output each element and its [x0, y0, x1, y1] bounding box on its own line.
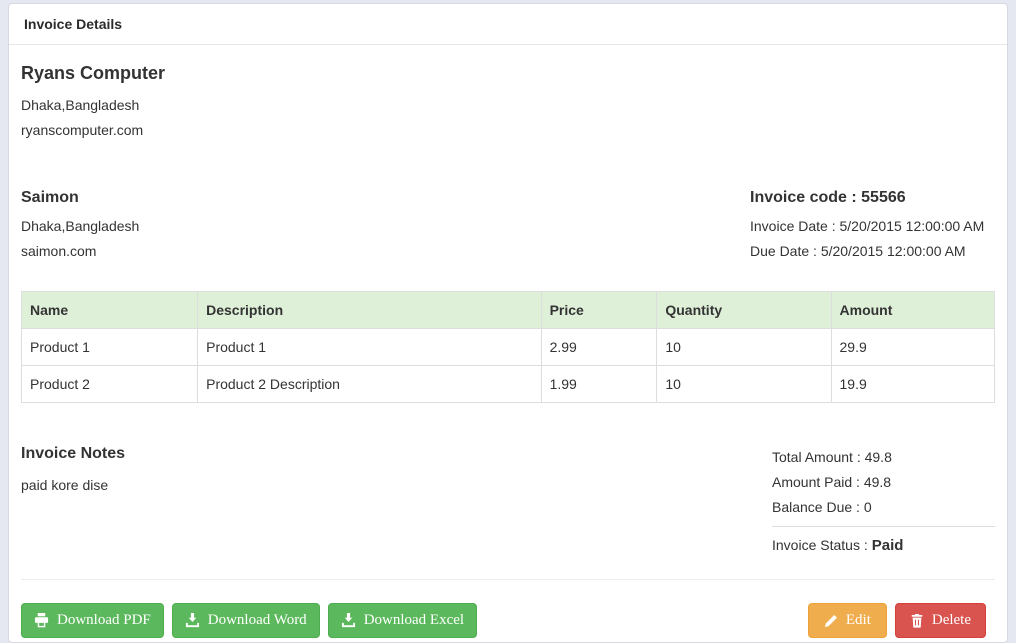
edit-button[interactable]: Edit: [808, 603, 887, 638]
invoice-notes-text: paid kore dise: [21, 473, 125, 498]
invoice-code: Invoice code : 55566: [750, 189, 995, 207]
panel-body: Ryans Computer Dhaka,Bangladesh ryanscom…: [9, 63, 1007, 638]
cell-amount: 29.9: [831, 329, 994, 366]
buyer-location: Dhaka,Bangladesh: [21, 214, 139, 239]
cell-description: Product 1: [198, 329, 541, 366]
cell-price: 1.99: [541, 366, 657, 403]
cell-quantity: 10: [657, 329, 831, 366]
download-word-button[interactable]: Download Word: [172, 603, 320, 638]
download-word-label: Download Word: [208, 611, 307, 630]
total-amount: Total Amount : 49.8: [772, 445, 995, 470]
action-buttons-row: Download PDF Download Word: [21, 603, 995, 638]
download-pdf-label: Download PDF: [57, 611, 151, 630]
invoice-details-panel: Invoice Details Ryans Computer Dhaka,Ban…: [8, 3, 1008, 643]
notes-and-totals-row: Invoice Notes paid kore dise Total Amoun…: [21, 445, 995, 558]
invoice-notes: Invoice Notes paid kore dise: [21, 445, 125, 558]
buyer-info: Saimon Dhaka,Bangladesh saimon.com: [21, 189, 139, 264]
download-excel-button[interactable]: Download Excel: [328, 603, 477, 638]
printer-icon: [34, 613, 49, 628]
delete-label: Delete: [932, 611, 971, 630]
seller-website: ryanscomputer.com: [21, 118, 995, 143]
divider: [21, 579, 995, 580]
column-header-description: Description: [198, 292, 541, 329]
delete-button[interactable]: Delete: [895, 603, 986, 638]
cell-name: Product 1: [22, 329, 198, 366]
column-header-price: Price: [541, 292, 657, 329]
invoice-status-label: Invoice Status :: [772, 537, 868, 553]
trash-icon: [910, 614, 924, 628]
status-badge: Paid: [872, 537, 904, 554]
cell-amount: 19.9: [831, 366, 994, 403]
buyer-and-meta-row: Saimon Dhaka,Bangladesh saimon.com Invoi…: [21, 189, 995, 264]
cell-price: 2.99: [541, 329, 657, 366]
edit-delete-buttons-group: Edit Delete: [808, 603, 986, 638]
balance-due: Balance Due : 0: [772, 495, 995, 520]
invoice-notes-heading: Invoice Notes: [21, 445, 125, 463]
download-pdf-button[interactable]: Download PDF: [21, 603, 164, 638]
panel-heading: Invoice Details: [9, 4, 1007, 45]
buyer-name: Saimon: [21, 189, 139, 207]
download-excel-label: Download Excel: [364, 611, 464, 630]
seller-name: Ryans Computer: [21, 63, 995, 84]
table-header-row: Name Description Price Quantity Amount: [22, 292, 995, 329]
table-row: Product 1 Product 1 2.99 10 29.9: [22, 329, 995, 366]
table-row: Product 2 Product 2 Description 1.99 10 …: [22, 366, 995, 403]
divider: [772, 526, 995, 527]
invoice-totals: Total Amount : 49.8 Amount Paid : 49.8 B…: [772, 445, 995, 558]
page-title: Invoice Details: [24, 16, 122, 32]
invoice-items-table: Name Description Price Quantity Amount P…: [21, 291, 995, 403]
due-date: Due Date : 5/20/2015 12:00:00 AM: [750, 239, 995, 264]
invoice-meta: Invoice code : 55566 Invoice Date : 5/20…: [750, 189, 995, 264]
download-buttons-group: Download PDF Download Word: [21, 603, 477, 638]
invoice-date: Invoice Date : 5/20/2015 12:00:00 AM: [750, 214, 995, 239]
cell-quantity: 10: [657, 366, 831, 403]
seller-info: Ryans Computer Dhaka,Bangladesh ryanscom…: [21, 63, 995, 143]
pencil-icon: [824, 614, 838, 628]
seller-location: Dhaka,Bangladesh: [21, 93, 995, 118]
amount-paid: Amount Paid : 49.8: [772, 470, 995, 495]
cell-description: Product 2 Description: [198, 366, 541, 403]
invoice-status: Invoice Status :Paid: [772, 532, 995, 558]
column-header-quantity: Quantity: [657, 292, 831, 329]
edit-label: Edit: [846, 611, 871, 630]
column-header-name: Name: [22, 292, 198, 329]
download-icon: [341, 613, 356, 628]
download-icon: [185, 613, 200, 628]
cell-name: Product 2: [22, 366, 198, 403]
column-header-amount: Amount: [831, 292, 994, 329]
buyer-website: saimon.com: [21, 239, 139, 264]
